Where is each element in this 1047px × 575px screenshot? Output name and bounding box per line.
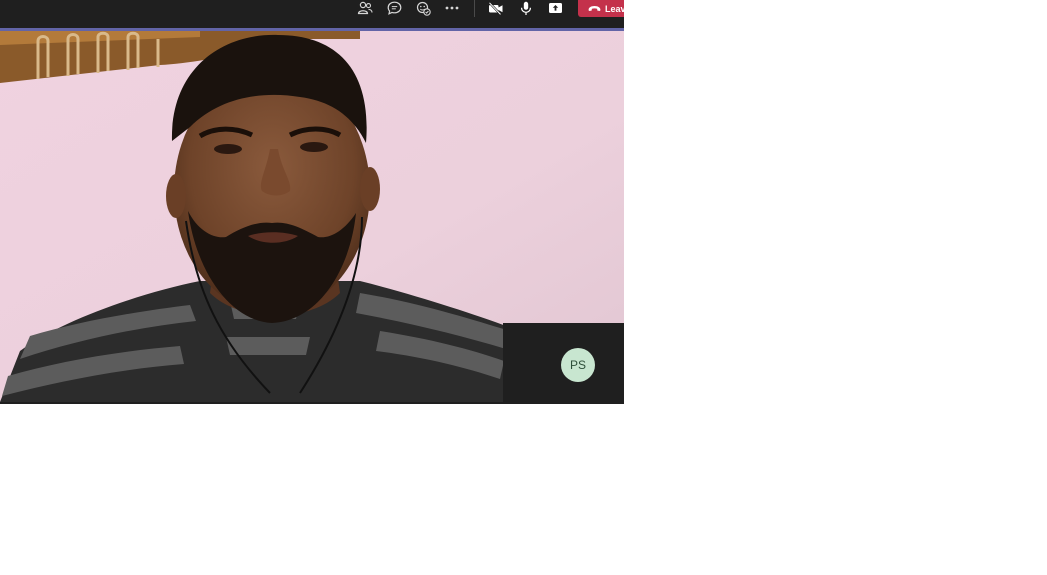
mic-toggle-button[interactable] bbox=[514, 0, 538, 16]
more-actions-button[interactable] bbox=[440, 0, 464, 16]
leave-button-label: Leave bbox=[605, 3, 624, 14]
reactions-icon bbox=[416, 1, 431, 16]
self-view-tile[interactable]: PS bbox=[503, 323, 624, 403]
meeting-window: Leave bbox=[0, 0, 624, 404]
more-icon bbox=[445, 6, 459, 10]
meeting-toolbar: Leave bbox=[0, 0, 624, 28]
mic-icon bbox=[520, 1, 532, 16]
people-icon bbox=[357, 1, 373, 15]
window-bottom-edge bbox=[0, 402, 624, 404]
leave-button[interactable]: Leave bbox=[578, 0, 624, 17]
share-screen-button[interactable] bbox=[543, 0, 567, 16]
camera-off-icon bbox=[488, 1, 504, 15]
chat-button[interactable] bbox=[382, 0, 406, 16]
camera-toggle-button[interactable] bbox=[484, 0, 508, 16]
phone-hangup-icon bbox=[588, 4, 605, 14]
share-icon bbox=[548, 2, 563, 14]
avatar: PS bbox=[561, 348, 595, 382]
participants-button[interactable] bbox=[353, 0, 377, 16]
reactions-button[interactable] bbox=[411, 0, 435, 16]
avatar-initials: PS bbox=[569, 358, 586, 372]
chat-icon bbox=[387, 1, 402, 15]
toolbar-divider bbox=[474, 0, 475, 17]
